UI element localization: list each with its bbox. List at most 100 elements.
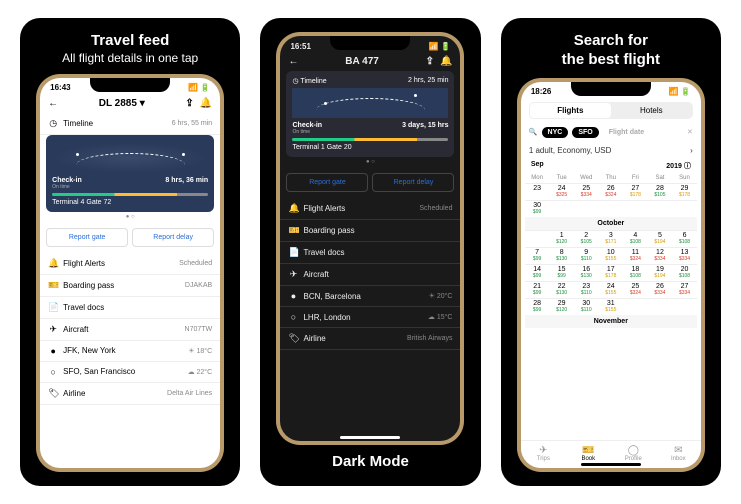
calendar-day[interactable]: 27$178 bbox=[623, 183, 648, 200]
calendar-day[interactable]: 12$334 bbox=[648, 247, 673, 264]
pax-row[interactable]: 1 adult, Economy, USD › bbox=[521, 142, 701, 159]
list-row[interactable]: ○LHR, London☁ 15°C bbox=[280, 307, 460, 328]
list-row[interactable]: ✈Aircraft bbox=[280, 264, 460, 286]
report-gate-button[interactable]: Report gate bbox=[46, 228, 128, 247]
report-gate-button[interactable]: Report gate bbox=[286, 173, 368, 192]
calendar-day[interactable]: 15$99 bbox=[549, 264, 574, 281]
calendar-day[interactable]: 11$324 bbox=[623, 247, 648, 264]
map-card[interactable]: ◷ Timeline 2 hrs, 25 min Check-in On tim… bbox=[286, 71, 454, 157]
calendar-day[interactable]: 9$110 bbox=[574, 247, 599, 264]
info-icon[interactable]: ⓘ bbox=[684, 163, 691, 170]
segment-control[interactable]: Flights Hotels bbox=[529, 102, 693, 119]
calendar-day[interactable]: 3$171 bbox=[599, 230, 624, 247]
year-label: 2019 bbox=[666, 163, 682, 170]
calendar-day[interactable]: 16$130 bbox=[574, 264, 599, 281]
map-card[interactable]: Check-in On time 8 hrs, 36 min Terminal … bbox=[46, 135, 214, 212]
status-time: 18:26 bbox=[531, 87, 551, 96]
calendar-day[interactable]: 26$324 bbox=[599, 183, 624, 200]
profile-icon: ◯ bbox=[611, 445, 656, 456]
list-row[interactable]: 🔔Flight AlertsScheduled bbox=[40, 253, 220, 275]
calendar-day[interactable]: 23 bbox=[525, 183, 550, 200]
route-map bbox=[52, 143, 208, 173]
list-row[interactable]: 📄Travel docs bbox=[40, 297, 220, 319]
calendar-day[interactable]: 27$334 bbox=[672, 281, 697, 298]
calendar-day[interactable]: 29$120 bbox=[549, 298, 574, 315]
bell-icon[interactable]: 🔔 bbox=[440, 56, 452, 67]
status-time: 16:51 bbox=[290, 42, 310, 51]
calendar-day[interactable]: 26$334 bbox=[648, 281, 673, 298]
list-row[interactable]: ✈AircraftN707TW bbox=[40, 319, 220, 341]
calendar-day[interactable]: 8$130 bbox=[549, 247, 574, 264]
calendar-day[interactable]: 21$99 bbox=[525, 281, 550, 298]
tab-trips[interactable]: ✈Trips bbox=[521, 441, 566, 468]
clock-icon: ◷ bbox=[48, 118, 58, 129]
calendar-day[interactable]: 19$194 bbox=[648, 264, 673, 281]
calendar-day bbox=[525, 230, 550, 247]
timeline-header[interactable]: ◷Timeline 6 hrs, 55 min bbox=[40, 113, 220, 135]
calendar-day[interactable]: 25$334 bbox=[574, 183, 599, 200]
back-icon[interactable]: ← bbox=[288, 56, 298, 67]
clear-icon[interactable]: ✕ bbox=[687, 128, 693, 136]
calendar-day[interactable]: 4$108 bbox=[623, 230, 648, 247]
calendar-day[interactable]: 30$110 bbox=[574, 298, 599, 315]
panel-dark-mode: 16:51 📶🔋 ← BA 477 ⇪🔔 ◷ Timeline 2 hrs, 2… bbox=[260, 18, 480, 486]
calendar-day[interactable]: 28$99 bbox=[525, 298, 550, 315]
to-chip[interactable]: SFO bbox=[572, 127, 598, 138]
route-input[interactable]: 🔍 NYC SFO Flight date ✕ bbox=[521, 123, 701, 142]
calendar-day bbox=[672, 200, 697, 217]
progress-bar bbox=[292, 138, 448, 141]
share-icon[interactable]: ⇪ bbox=[426, 56, 434, 67]
list-row[interactable]: ○SFO, San Francisco☁ 22°C bbox=[40, 362, 220, 383]
list-row[interactable]: 🏷AirlineBritish Airways bbox=[280, 328, 460, 350]
calendar-day[interactable]: 13$334 bbox=[672, 247, 697, 264]
report-delay-button[interactable]: Report delay bbox=[132, 228, 214, 247]
calendar-day[interactable]: 18$108 bbox=[623, 264, 648, 281]
calendar-day[interactable]: 10$155 bbox=[599, 247, 624, 264]
list-row[interactable]: 🔔Flight AlertsScheduled bbox=[280, 198, 460, 220]
battery-icon: 🔋 bbox=[200, 83, 210, 92]
tab-inbox[interactable]: ✉Inbox bbox=[656, 441, 701, 468]
flight-title: BA 477 bbox=[298, 56, 425, 67]
row-label: Flight Alerts bbox=[63, 259, 105, 268]
from-chip[interactable]: NYC bbox=[542, 127, 569, 138]
row-label: Airline bbox=[63, 389, 85, 398]
date-placeholder[interactable]: Flight date bbox=[603, 127, 650, 138]
calendar-day[interactable]: 17$178 bbox=[599, 264, 624, 281]
seg-flights[interactable]: Flights bbox=[530, 103, 611, 118]
calendar-day[interactable]: 28$105 bbox=[648, 183, 673, 200]
calendar-day[interactable]: 25$324 bbox=[623, 281, 648, 298]
calendar-day[interactable]: 22$130 bbox=[549, 281, 574, 298]
row-value: Scheduled bbox=[179, 260, 212, 267]
terminal-info: Terminal 1 Gate 20 bbox=[292, 144, 448, 151]
calendar-day[interactable]: 1$120 bbox=[549, 230, 574, 247]
share-icon[interactable]: ⇪ bbox=[185, 98, 193, 109]
bell-icon[interactable]: 🔔 bbox=[200, 98, 212, 109]
calendar-day[interactable]: 2$105 bbox=[574, 230, 599, 247]
list-row[interactable]: ●BCN, Barcelona☀ 20°C bbox=[280, 286, 460, 307]
checkin-status: On time bbox=[292, 129, 322, 135]
calendar-day[interactable]: 5$194 bbox=[648, 230, 673, 247]
phone-mockup: 16:43 📶🔋 ← DL 2885 ▾ ⇪🔔 ◷Timeline 6 hrs,… bbox=[36, 74, 224, 472]
calendar-day[interactable]: 24$325 bbox=[549, 183, 574, 200]
calendar-day[interactable]: 7$99 bbox=[525, 247, 550, 264]
calendar-day[interactable]: 20$108 bbox=[672, 264, 697, 281]
calendar-day[interactable]: 24$155 bbox=[599, 281, 624, 298]
seg-hotels[interactable]: Hotels bbox=[611, 103, 692, 118]
calendar-day[interactable]: 31$155 bbox=[599, 298, 624, 315]
list-row[interactable]: ●JFK, New York☀ 18°C bbox=[40, 341, 220, 362]
list-row[interactable]: 🏷AirlineDelta Air Lines bbox=[40, 383, 220, 405]
list-row[interactable]: 🎫Boarding pass bbox=[280, 220, 460, 242]
calendar[interactable]: Sep 2019 ⓘ MonTueWedThuFriSatSun 2324$32… bbox=[521, 159, 701, 328]
calendar-day[interactable]: 29$178 bbox=[672, 183, 697, 200]
row-label: Boarding pass bbox=[63, 281, 114, 290]
report-delay-button[interactable]: Report delay bbox=[372, 173, 454, 192]
calendar-day[interactable]: 14$99 bbox=[525, 264, 550, 281]
list-row[interactable]: 📄Travel docs bbox=[280, 242, 460, 264]
caption-title: Dark Mode bbox=[270, 453, 470, 472]
list-row[interactable]: 🎫Boarding passDJAKAB bbox=[40, 275, 220, 297]
calendar-day[interactable]: 30$99 bbox=[525, 200, 550, 217]
back-icon[interactable]: ← bbox=[48, 98, 58, 109]
calendar-day[interactable]: 23$110 bbox=[574, 281, 599, 298]
calendar-day[interactable]: 6$108 bbox=[672, 230, 697, 247]
status-time: 16:43 bbox=[50, 83, 70, 92]
